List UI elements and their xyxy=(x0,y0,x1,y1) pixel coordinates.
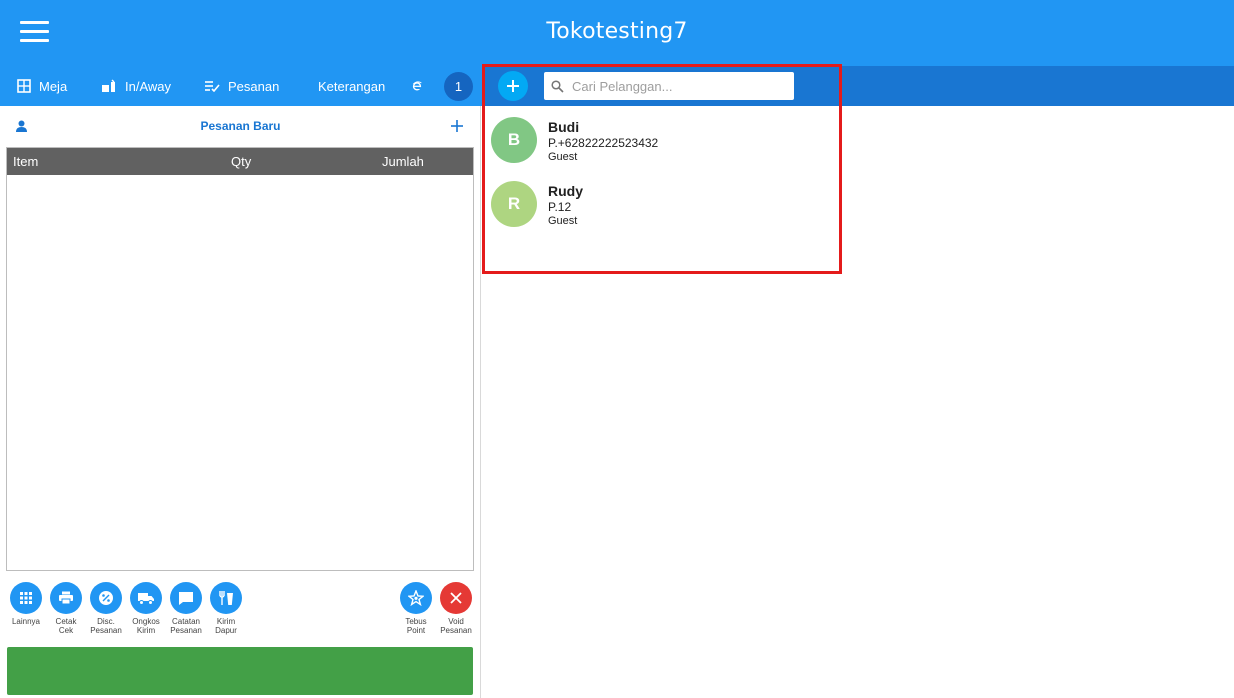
kirim-dapur-label: Kirim xyxy=(216,617,236,626)
truck-icon xyxy=(138,592,154,605)
nav-pesanan-button[interactable]: Pesanan xyxy=(204,66,279,106)
void-pesanan-button[interactable]: Void Pesanan xyxy=(436,582,476,635)
void-pesanan-label: Void xyxy=(448,617,464,626)
lainnya-label: Lainnya xyxy=(11,617,41,626)
nav-keterangan-label: Keterangan xyxy=(318,78,386,94)
plus-icon xyxy=(507,80,519,92)
column-qty: Qty xyxy=(231,154,252,169)
customer-search-input[interactable] xyxy=(572,78,782,94)
catatan-pesanan-button[interactable]: Catatan Pesanan xyxy=(166,582,206,635)
nav-in-away-label: In/Away xyxy=(125,78,172,94)
tebus-point-button[interactable]: Tebus Point xyxy=(396,582,436,635)
nav-pesanan-label: Pesanan xyxy=(228,78,280,94)
customer-avatar: R xyxy=(491,181,537,227)
customer-phone: P.+62822222523432 xyxy=(548,136,659,150)
order-items-table: Item Qty Jumlah xyxy=(6,147,474,571)
discount-badge-icon xyxy=(99,591,113,605)
chat-bubble-icon xyxy=(179,591,193,605)
payment-button[interactable] xyxy=(7,647,473,695)
app-title: Tokotesting7 xyxy=(546,19,688,44)
order-header: Pesanan Baru xyxy=(0,106,481,146)
nav-in-away-button[interactable]: In/Away xyxy=(101,66,171,106)
order-nav-bar: Meja In/Away Pesanan Keterangan 1 xyxy=(0,66,482,106)
customer-list: B Budi P.+62822222523432 Guest R Rudy P.… xyxy=(482,106,842,276)
customer-list-item[interactable]: R Rudy P.12 Guest xyxy=(482,170,842,234)
takeaway-icon xyxy=(102,79,115,92)
customer-phone: P.12 xyxy=(548,200,572,214)
ongkos-kirim-label: Ongkos xyxy=(132,617,160,626)
browser-e-icon[interactable] xyxy=(412,66,430,106)
customer-type: Guest xyxy=(548,215,578,227)
panel-divider xyxy=(480,106,481,698)
column-jumlah: Jumlah xyxy=(382,154,424,169)
nav-meja-label: Meja xyxy=(39,78,68,94)
catatan-pesanan-label: Catatan xyxy=(171,617,201,626)
customer-name: Budi xyxy=(548,119,580,135)
order-count-badge[interactable]: 1 xyxy=(444,72,473,101)
tebus-point-label: Tebus xyxy=(405,617,427,626)
cetak-cek-label: Cetak xyxy=(55,617,77,626)
disc-pesanan-label: Disc. xyxy=(97,617,115,626)
add-customer-button[interactable] xyxy=(498,71,528,101)
add-order-plus-icon[interactable] xyxy=(450,119,464,133)
cetak-cek-button[interactable]: Cetak Cek xyxy=(46,582,86,635)
disc-pesanan-button[interactable]: Disc. Pesanan xyxy=(86,582,126,635)
apps-grid-icon xyxy=(20,592,32,604)
app-bar: Tokotesting7 xyxy=(0,0,1234,66)
nav-meja-button[interactable]: Meja xyxy=(17,66,67,106)
kirim-dapur-button[interactable]: Kirim Dapur xyxy=(206,582,246,635)
customer-name: Rudy xyxy=(548,183,583,199)
printer-icon xyxy=(59,591,73,605)
customer-list-item[interactable]: B Budi P.+62822222523432 Guest xyxy=(482,106,842,170)
customer-search-box[interactable] xyxy=(544,72,794,100)
search-icon xyxy=(551,79,564,93)
nav-keterangan-button[interactable]: Keterangan xyxy=(318,66,385,106)
customer-type: Guest xyxy=(548,151,578,163)
star-badge-icon xyxy=(408,590,424,606)
fork-drink-icon xyxy=(219,591,233,605)
table-grid-icon xyxy=(17,79,31,93)
table-header: Item Qty Jumlah xyxy=(7,148,473,175)
column-item: Item xyxy=(13,154,39,169)
close-icon xyxy=(450,592,462,604)
list-check-icon xyxy=(205,81,220,92)
ongkos-kirim-button[interactable]: Ongkos Kirim xyxy=(126,582,166,635)
customer-avatar: B xyxy=(491,117,537,163)
lainnya-button[interactable]: Lainnya xyxy=(6,582,46,626)
order-title: Pesanan Baru xyxy=(200,119,281,133)
pos-app: Tokotesting7 Meja In/Away Pesanan Ketera… xyxy=(0,0,1234,698)
